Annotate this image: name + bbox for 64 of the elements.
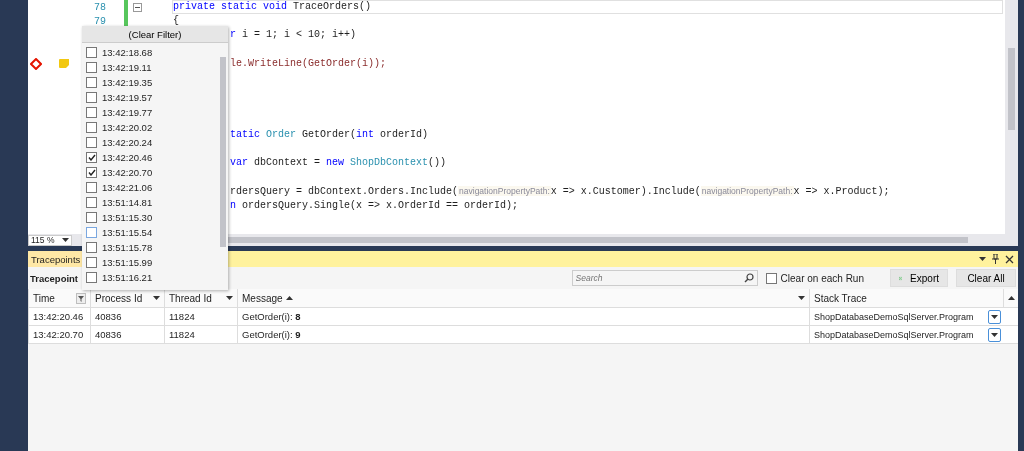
table-cell: 11824 (169, 311, 195, 322)
dropdown-button[interactable] (988, 327, 1001, 342)
search-icon (743, 273, 754, 283)
filter-icon[interactable] (76, 292, 86, 304)
caret-icon (62, 238, 69, 242)
column-header[interactable]: Message (237, 289, 809, 307)
tool-window-tab[interactable]: Tracepoints (28, 251, 84, 267)
pane-title: Tracepoint (30, 272, 79, 284)
table-cell: 13:42:20.46 (33, 311, 84, 322)
table-cell: ShopDatabaseDemoSqlServer.Program (814, 311, 974, 322)
table-cell: 40836 (95, 329, 122, 340)
table-cell: ShopDatabaseDemoSqlServer.Program (814, 329, 974, 340)
pin-icon[interactable] (992, 254, 999, 264)
clear-filter-button[interactable]: (Clear Filter) (82, 26, 228, 43)
filter-dropdown-icon (226, 296, 233, 300)
sort-ascending-icon (285, 296, 293, 300)
clear-button[interactable]: Clear All (956, 269, 1016, 287)
search-field[interactable]: Search (571, 270, 758, 286)
filter-option[interactable]: 13:42:20.02 (86, 120, 218, 135)
dropdown-button[interactable] (988, 309, 1001, 324)
caret-icon (991, 332, 998, 337)
vertical-scrollbar[interactable] (1005, 0, 1018, 234)
filter-option[interactable]: 13:51:15.54 (86, 225, 218, 240)
note-icon (59, 59, 69, 69)
table-cell: 11824 (169, 329, 195, 340)
vertical-scrollbar[interactable] (1003, 289, 1018, 307)
code-line: tatic Order GetOrder(int orderId) (229, 127, 430, 142)
line-number: 78 (93, 1, 106, 13)
filter-option[interactable]: 13:42:19.35 (86, 75, 218, 90)
filter-option[interactable]: 13:42:20.70 (86, 165, 218, 180)
column-header[interactable]: Time (28, 289, 90, 307)
clear-on-run-checkbox[interactable]: Clear on each Run (765, 272, 864, 284)
filter-option[interactable]: 13:42:21.06 (86, 180, 218, 195)
line-number: 79 (93, 15, 106, 27)
close-icon[interactable] (1005, 254, 1014, 264)
filter-option[interactable]: 13:51:15.30 (86, 210, 218, 225)
filter-option[interactable]: 13:51:15.78 (86, 240, 218, 255)
filter-option[interactable]: 13:51:15.99 (86, 255, 218, 270)
dropdown-icon (979, 257, 986, 261)
export-button[interactable]: Export (890, 269, 948, 287)
table-cell: GetOrder(i): 9 (242, 329, 301, 340)
filter-dropdown-icon (798, 296, 805, 300)
column-header[interactable]: Thread Id (164, 289, 237, 307)
scroll-up-icon (1008, 296, 1015, 300)
code-line: var dbContext = new ShopDbContext()) (229, 156, 448, 171)
filter-option[interactable]: 13:42:19.11 (86, 60, 218, 75)
collapse-icon[interactable] (133, 2, 142, 12)
filter-option[interactable]: 13:42:19.77 (86, 105, 218, 120)
filter-option[interactable]: 13:42:18.68 (86, 45, 218, 60)
code-line: { (172, 14, 180, 29)
filter-option[interactable]: 13:51:16.21 (86, 270, 218, 285)
zoom-dropdown[interactable]: 115 % (28, 234, 72, 246)
code-line: le.WriteLine(GetOrder(i)); (229, 56, 388, 71)
table-cell: 13:42:20.70 (33, 329, 84, 340)
filter-option[interactable]: 13:42:20.46 (86, 150, 218, 165)
column-header[interactable]: Stack Trace (809, 289, 1003, 307)
table-cell: 40836 (95, 311, 122, 322)
filter-option[interactable]: 13:51:14.81 (86, 195, 218, 210)
caret-icon (991, 314, 998, 319)
filter-dropdown-icon (153, 296, 160, 300)
code-line: n ordersQuery.Single(x => x.OrderId == orderId); (229, 198, 520, 213)
filter-option[interactable]: 13:42:19.57 (86, 90, 218, 105)
filter-option[interactable]: 13:42:20.24 (86, 135, 218, 150)
table-cell: GetOrder(i): 8 (242, 311, 301, 322)
